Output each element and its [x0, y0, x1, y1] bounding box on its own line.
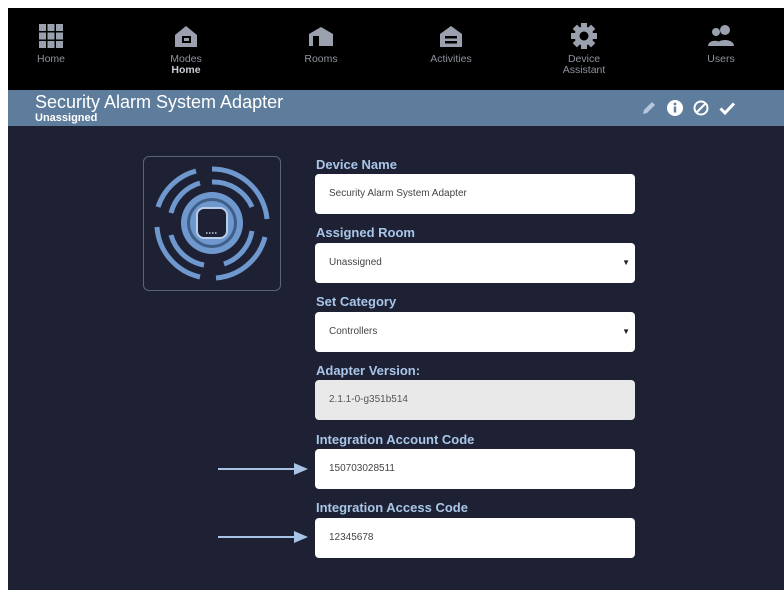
page-title: Security Alarm System Adapter [35, 92, 284, 112]
assigned-room-select[interactable]: Unassigned ▼ [315, 243, 635, 283]
device-name-input[interactable]: Security Alarm System Adapter [315, 174, 635, 214]
info-icon[interactable] [666, 99, 684, 117]
nav-activities[interactable]: Activities [391, 8, 511, 90]
nav-rooms[interactable]: Rooms [261, 8, 381, 90]
adapter-version-label: Adapter Version: [316, 363, 421, 378]
users-icon [707, 22, 735, 50]
dropdown-caret-icon: ▼ [622, 327, 630, 336]
top-nav: Home Modes Home Rooms Activities Device … [8, 8, 784, 90]
nav-label: Rooms [304, 53, 338, 65]
grid-icon [37, 22, 65, 50]
rooms-icon [307, 22, 335, 50]
nav-sub-label: Assistant [562, 64, 606, 76]
nav-sub-label: Home [171, 64, 201, 76]
device-name-value: Security Alarm System Adapter [329, 188, 467, 199]
callout-arrow [218, 462, 308, 476]
nav-label: Activities [430, 53, 472, 65]
set-category-value: Controllers [329, 326, 378, 337]
set-category-select[interactable]: Controllers ▼ [315, 312, 635, 352]
check-icon[interactable] [718, 99, 736, 117]
adapter-version-field: 2.1.1-0-g351b514 [315, 380, 635, 420]
callout-arrow [218, 530, 308, 544]
device-name-label: Device Name [316, 157, 397, 172]
integration-account-code-value: 150703028511 [329, 463, 395, 474]
integration-account-code-label: Integration Account Code [316, 432, 475, 447]
nav-modes[interactable]: Modes Home [126, 8, 246, 90]
nav-users[interactable]: Users [661, 8, 781, 90]
nav-label: Home [36, 53, 65, 65]
assigned-room-label: Assigned Room [316, 225, 415, 240]
nav-device-assistant[interactable]: Device Assistant [524, 8, 644, 90]
integration-access-code-value: 12345678 [329, 532, 374, 543]
page-subtitle: Unassigned [35, 112, 98, 124]
gear-icon [570, 22, 598, 50]
adapter-version-value: 2.1.1-0-g351b514 [329, 394, 408, 405]
dropdown-caret-icon: ▼ [622, 258, 630, 267]
assigned-room-value: Unassigned [329, 257, 382, 268]
integration-account-code-input[interactable]: 150703028511 [315, 449, 635, 489]
activities-icon [437, 22, 465, 50]
device-image [143, 156, 281, 291]
nav-label: Users [707, 53, 735, 65]
integration-access-code-label: Integration Access Code [316, 500, 468, 515]
integration-access-code-input[interactable]: 12345678 [315, 518, 635, 558]
cancel-icon[interactable] [692, 99, 710, 117]
set-category-label: Set Category [316, 294, 397, 309]
nav-home[interactable]: Home [8, 8, 111, 90]
adapter-device-icon [154, 166, 270, 281]
title-bar: Security Alarm System Adapter Unassigned [8, 90, 784, 126]
modes-icon [172, 22, 200, 50]
app-window: Home Modes Home Rooms Activities Device … [8, 8, 784, 590]
pencil-icon[interactable] [640, 99, 658, 117]
